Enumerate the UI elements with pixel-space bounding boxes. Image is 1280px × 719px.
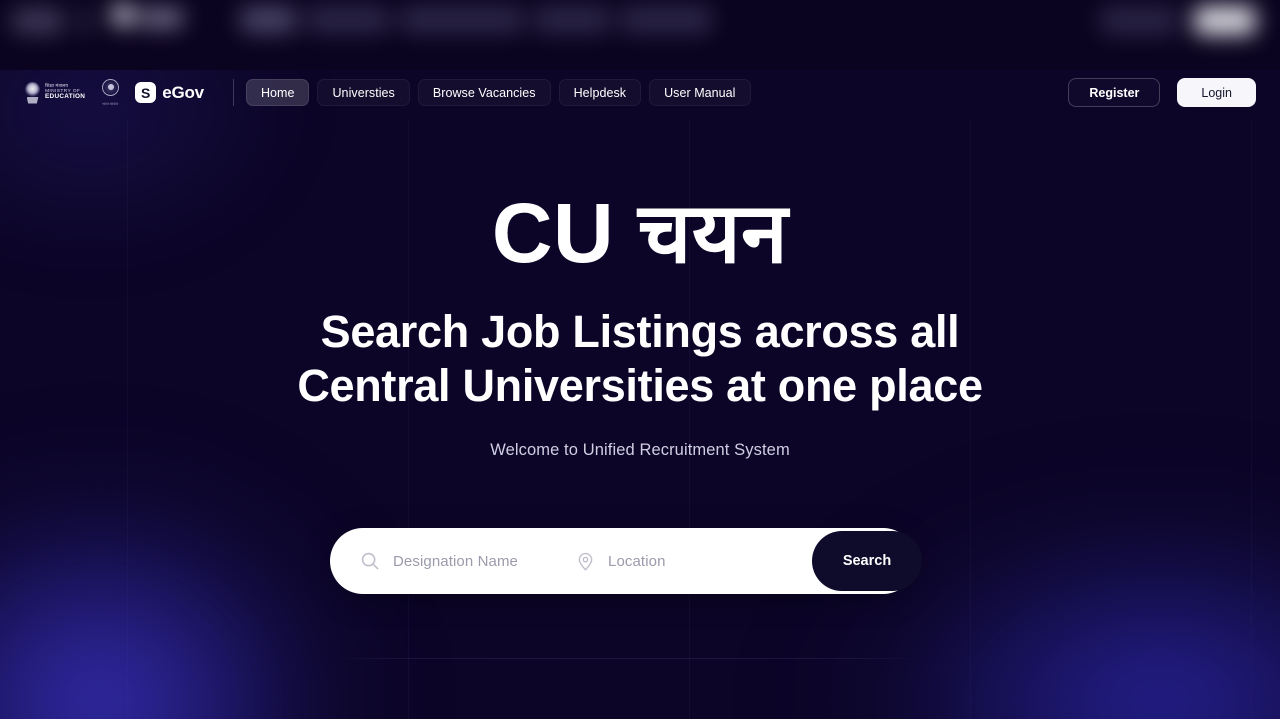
- ashoka-emblem-icon: [24, 81, 41, 105]
- nav-link-browse-vacancies[interactable]: Browse Vacancies: [417, 79, 551, 106]
- search-icon: [361, 552, 379, 570]
- egov-wordmark: eGov: [162, 82, 204, 102]
- register-button[interactable]: Register: [1068, 78, 1161, 107]
- location-input-placeholder: Location: [608, 552, 666, 570]
- nav-link-home[interactable]: Home: [245, 79, 310, 106]
- government-emblem-icon: भारत सरकार: [98, 78, 122, 107]
- location-search-field[interactable]: Location: [575, 528, 790, 594]
- hero-section: CU चयन Search Job Listings across all Ce…: [0, 115, 1280, 719]
- brand-nav-divider: [232, 79, 234, 106]
- designation-search-field[interactable]: Designation Name: [330, 528, 575, 594]
- brand-group: शिक्षा मंत्रालय MINISTRY OF EDUCATION भा…: [24, 78, 246, 107]
- ministry-line2-label: EDUCATION: [45, 93, 86, 101]
- emblem-ring: [102, 78, 120, 96]
- page-root: शिक्षा मंत्रालय MINISTRY OF EDUCATION भा…: [0, 0, 1280, 719]
- hero-heading: Search Job Listings across all Central U…: [297, 305, 983, 413]
- nav-link-helpdesk[interactable]: Helpdesk: [558, 79, 642, 106]
- nav-actions: Register Login: [1068, 78, 1256, 107]
- emblem-caption: भारत सरकार: [102, 101, 119, 106]
- egov-mark-icon: S: [135, 82, 157, 103]
- search-bar: Designation Name Location Search: [330, 528, 922, 594]
- navbar: शिक्षा मंत्रालय MINISTRY OF EDUCATION भा…: [0, 70, 1280, 115]
- login-button[interactable]: Login: [1177, 78, 1256, 107]
- hero-heading-line-1: Search Job Listings across all: [320, 306, 960, 357]
- hero-heading-line-2: Central Universities at one place: [297, 360, 983, 411]
- nav-link-universities[interactable]: Universties: [317, 79, 410, 106]
- egov-logo[interactable]: S eGov: [135, 82, 204, 103]
- nav-links: Home Universties Browse Vacancies Helpde…: [245, 79, 751, 106]
- hero-welcome-text: Welcome to Unified Recruitment System: [490, 441, 790, 459]
- blurred-navbar-overlay: [0, 0, 1280, 70]
- location-pin-icon: [578, 552, 593, 571]
- designation-input-placeholder: Designation Name: [393, 552, 518, 570]
- nav-link-user-manual[interactable]: User Manual: [649, 79, 751, 106]
- ministry-of-education-text: शिक्षा मंत्रालय MINISTRY OF EDUCATION: [45, 83, 86, 101]
- ministry-of-education-logo: शिक्षा मंत्रालय MINISTRY OF EDUCATION: [24, 80, 85, 106]
- hero-title: CU चयन: [491, 186, 789, 280]
- search-button[interactable]: Search: [812, 531, 922, 591]
